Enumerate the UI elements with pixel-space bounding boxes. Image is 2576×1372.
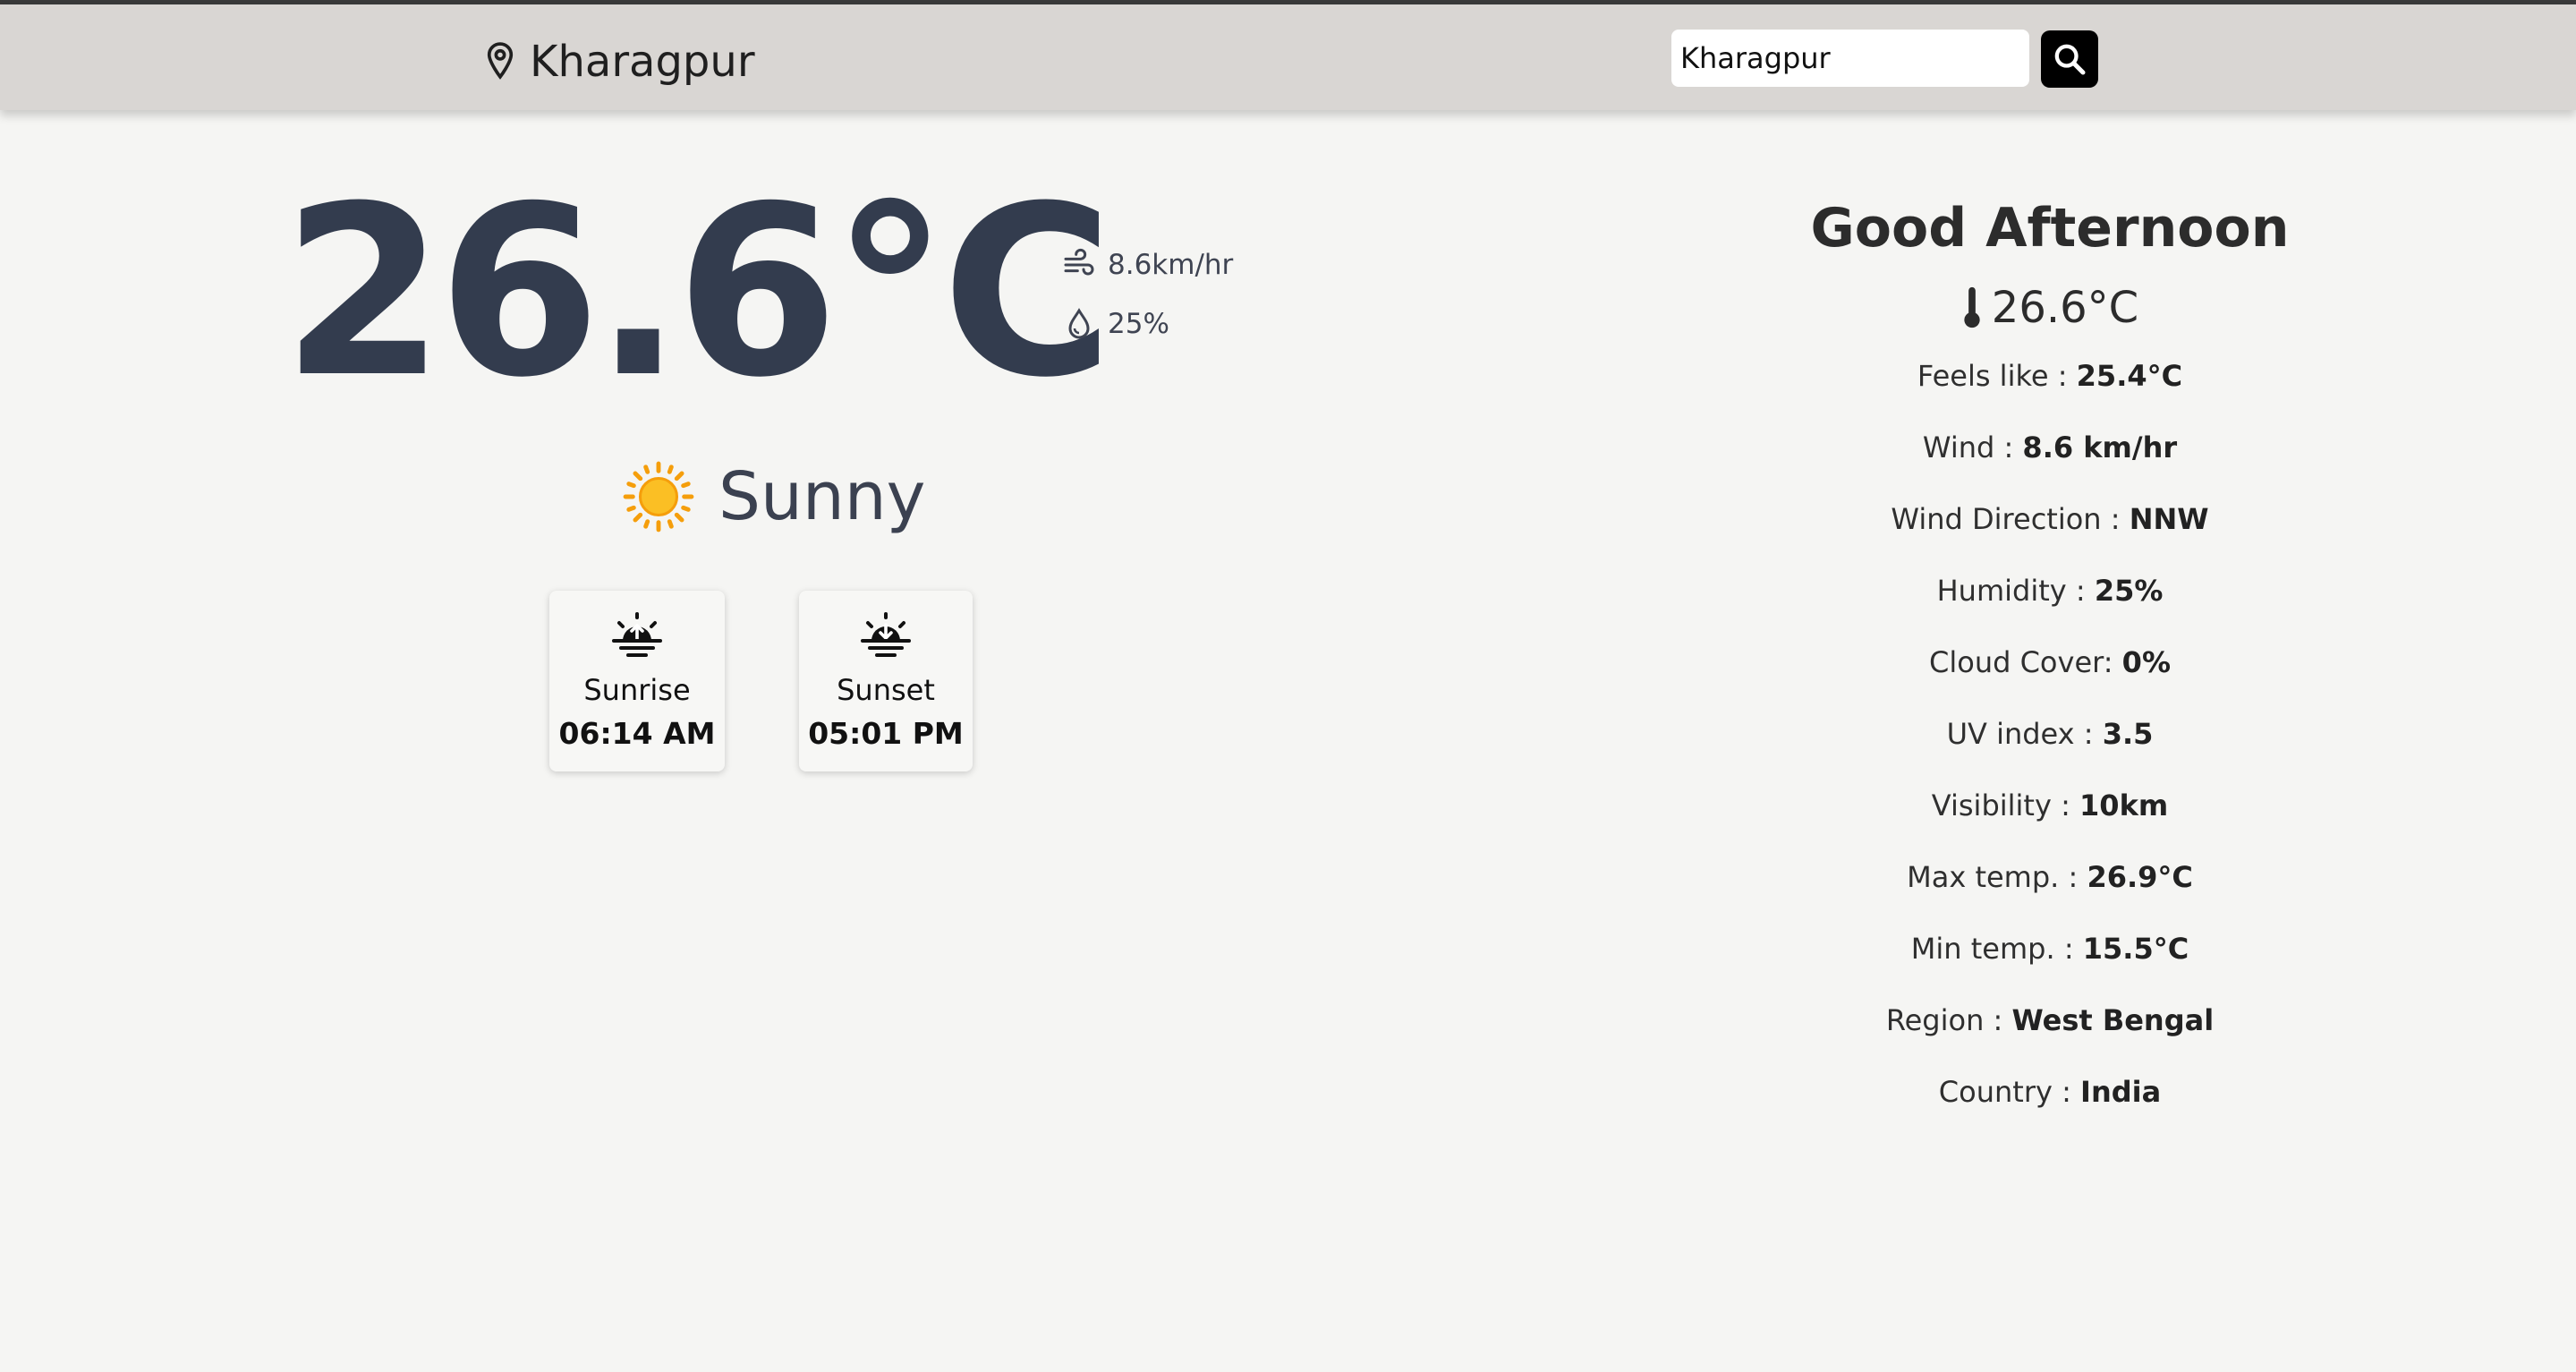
sunrise-icon: [612, 612, 662, 657]
search-icon: [2054, 44, 2086, 75]
weather-condition: Sunny: [622, 458, 925, 535]
wind-icon: [1064, 248, 1094, 276]
stat-region: Region : West Bengal: [1885, 1003, 2215, 1037]
stat-country: Country : India: [1938, 1075, 2162, 1109]
stats-list: Feels like : 25.4°C Wind : 8.6 km/hr Win…: [1701, 356, 2399, 1144]
sunset-icon: [861, 612, 911, 657]
details-temperature-value: 26.6°C: [1991, 283, 2139, 333]
details-panel: Good Afternoon 26.6°C Feels like : 25.4°…: [1701, 197, 2399, 1144]
details-temperature: 26.6°C: [1701, 283, 2399, 333]
humidity-value: 25%: [1108, 308, 1169, 340]
sunrise-time: 06:14 AM: [558, 716, 716, 751]
location-display: Kharagpur: [483, 35, 755, 89]
sunset-label: Sunset: [837, 673, 935, 707]
stat-wind-direction: Wind Direction : NNW: [1891, 502, 2209, 536]
stat-max-temp: Max temp. : 26.9°C: [1907, 860, 2193, 894]
sunset-time: 05:01 PM: [808, 716, 964, 751]
sunrise-label: Sunrise: [583, 673, 691, 707]
map-pin-icon: [487, 42, 514, 80]
location-name: Kharagpur: [530, 37, 755, 87]
stat-wind: Wind : 8.6 km/hr: [1922, 430, 2178, 464]
stat-visibility: Visibility : 10km: [1931, 788, 2169, 822]
greeting: Good Afternoon: [1810, 197, 2290, 260]
stat-feels-like: Feels like : 25.4°C: [1917, 359, 2183, 393]
search-button[interactable]: [2041, 30, 2098, 88]
sunset-card: Sunset 05:01 PM: [799, 591, 973, 771]
stat-humidity: Humidity : 25%: [1936, 574, 2164, 608]
thermometer-icon: [1964, 286, 1980, 328]
search-input[interactable]: [1671, 30, 2029, 87]
humidity: 25%: [1061, 306, 1169, 342]
header-bar: Kharagpur: [0, 4, 2576, 110]
droplet-icon: [1068, 308, 1090, 339]
wind-speed: 8.6km/hr: [1061, 247, 1233, 283]
sunrise-card: Sunrise 06:14 AM: [549, 591, 725, 771]
stat-min-temp: Min temp. : 15.5°C: [1910, 932, 2189, 966]
wind-value: 8.6km/hr: [1108, 249, 1234, 281]
stat-cloud-cover: Cloud Cover: 0%: [1929, 645, 2171, 679]
stat-uv-index: UV index : 3.5: [1946, 717, 2154, 751]
current-temperature: 26.6°C: [282, 156, 1114, 429]
condition-text: Sunny: [718, 458, 926, 535]
sun-icon: [623, 461, 694, 533]
